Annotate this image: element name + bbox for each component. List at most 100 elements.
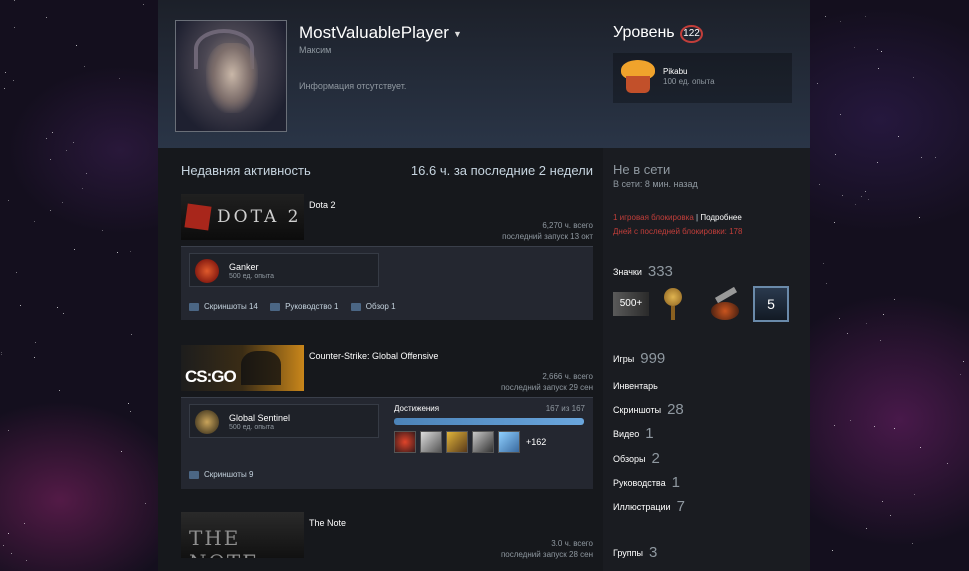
- star: [818, 183, 820, 185]
- achievements-more[interactable]: +162: [526, 437, 546, 447]
- star: [118, 77, 120, 79]
- game-stats: Скриншоты 14 Руководство 1 Обзор 1: [189, 302, 406, 311]
- star: [831, 550, 833, 552]
- game-capsule-dota2[interactable]: DOTA 2: [181, 194, 304, 240]
- star: [35, 342, 37, 344]
- badge-500-icon[interactable]: 500+: [613, 292, 649, 316]
- game-badge[interactable]: Ganker 500 ед. опыта: [189, 253, 379, 287]
- star: [3, 544, 5, 546]
- star: [62, 202, 64, 204]
- star: [16, 271, 18, 273]
- star: [824, 16, 826, 18]
- sidebar-groups[interactable]: Группы 3: [613, 544, 657, 561]
- star: [881, 501, 883, 503]
- favorite-badge-xp: 100 ед. опыта: [663, 77, 715, 86]
- star: [50, 209, 52, 211]
- game-stat-reviews[interactable]: Обзор 1: [350, 302, 396, 311]
- game-name[interactable]: Dota 2: [309, 200, 336, 210]
- game-last-played: последний запуск 28 сен: [500, 550, 593, 559]
- gun-badge-icon[interactable]: [707, 286, 743, 322]
- game-hours: 3.0 ч. всего последний запуск 28 сен: [501, 538, 593, 560]
- star: [7, 533, 9, 535]
- star: [879, 340, 881, 342]
- camera-icon: [189, 470, 199, 479]
- star: [129, 250, 131, 252]
- sidebar-artwork[interactable]: Иллюстрации 7: [613, 498, 685, 515]
- avatar[interactable]: [175, 20, 287, 132]
- game-stat-screenshots[interactable]: Скриншоты 9: [189, 470, 253, 479]
- screenshots-count: 28: [667, 401, 684, 418]
- sidebar-videos[interactable]: Видео 1: [613, 425, 654, 442]
- star: [912, 77, 914, 79]
- profile-header: MostValuablePlayer ▼ Максим Информация от…: [158, 0, 810, 148]
- the-note-capsule-text: THE NOTE: [189, 526, 257, 558]
- sidebar-badges[interactable]: Значки 333: [613, 263, 673, 280]
- online-status: Не в сети: [613, 162, 671, 177]
- games-count: 999: [640, 350, 666, 367]
- star: [838, 318, 840, 320]
- level-badge[interactable]: 122: [680, 25, 703, 43]
- game-details-panel: Global Sentinel 500 ед. опыта Достижения…: [181, 397, 593, 489]
- last-online: В сети: 8 мин. назад: [613, 179, 698, 189]
- sidebar-games[interactable]: Игры 999: [613, 350, 665, 367]
- reviews-label: Обзоры: [613, 454, 646, 464]
- recent-activity-panel: Недавняя активность 16.6 ч. за последние…: [158, 148, 603, 571]
- game-capsule-csgo[interactable]: CS:GO: [181, 345, 304, 391]
- sidebar-screenshots[interactable]: Скриншоты 28: [613, 401, 684, 418]
- chevron-down-icon[interactable]: ▼: [453, 29, 462, 39]
- star: [840, 113, 842, 115]
- achievement-icon[interactable]: [394, 431, 416, 453]
- game-hours-total: 6,270 ч. всего: [542, 221, 593, 230]
- game-hours: 2,666 ч. всего последний запуск 29 сен: [501, 371, 593, 393]
- star: [817, 82, 819, 84]
- star: [963, 360, 965, 362]
- sidebar-reviews[interactable]: Обзоры 2: [613, 450, 660, 467]
- game-stat-screenshots[interactable]: Скриншоты 14: [189, 302, 258, 311]
- game-last-played: последний запуск 29 сен: [500, 383, 593, 392]
- game-name[interactable]: The Note: [309, 518, 346, 528]
- achievement-icon[interactable]: [472, 431, 494, 453]
- achievement-icon[interactable]: [446, 431, 468, 453]
- game-ban-details-link[interactable]: Подробнее: [700, 213, 742, 222]
- achievement-icon[interactable]: [420, 431, 442, 453]
- sidebar-guides[interactable]: Руководства 1: [613, 474, 680, 491]
- star: [847, 333, 849, 335]
- game-name[interactable]: Counter-Strike: Global Offensive: [309, 351, 438, 361]
- game-capsule-the-note[interactable]: THE NOTE: [181, 512, 304, 558]
- star: [75, 44, 77, 46]
- star: [833, 424, 835, 426]
- level-5-badge-icon[interactable]: 5: [753, 286, 789, 322]
- favorite-badge-name: Pikabu: [663, 67, 688, 76]
- guides-count: 1: [671, 474, 680, 491]
- achievement-icon[interactable]: [498, 431, 520, 453]
- game-stat-guides[interactable]: Руководство 1: [270, 302, 339, 311]
- medal-icon[interactable]: [660, 286, 686, 322]
- game-last-played: последний запуск 13 окт: [502, 232, 593, 241]
- star: [11, 552, 13, 554]
- star: [878, 68, 880, 70]
- star: [4, 72, 6, 74]
- star: [860, 195, 862, 197]
- star: [876, 161, 878, 163]
- star: [849, 420, 851, 422]
- camera-icon: [189, 302, 199, 311]
- game-badge-name: Global Sentinel: [229, 413, 291, 423]
- star: [101, 229, 103, 231]
- sidebar-inventory[interactable]: Инвентарь: [613, 381, 658, 391]
- game-details-panel: Ganker 500 ед. опыта Скриншоты 14 Руково…: [181, 246, 593, 320]
- game-badge[interactable]: Global Sentinel 500 ед. опыта: [189, 404, 379, 438]
- csgo-soldier-art: [241, 351, 281, 385]
- star: [889, 514, 891, 516]
- star: [834, 153, 836, 155]
- star: [62, 312, 64, 314]
- inventory-label: Инвентарь: [613, 381, 658, 391]
- profile-username[interactable]: MostValuablePlayer ▼: [299, 23, 462, 43]
- star: [46, 137, 48, 139]
- star: [7, 199, 9, 201]
- cupcake-icon: [619, 58, 657, 96]
- star: [914, 493, 916, 495]
- star: [50, 158, 52, 160]
- star: [85, 173, 87, 175]
- favorite-badge[interactable]: Pikabu 100 ед. опыта: [613, 53, 792, 103]
- star: [13, 80, 15, 82]
